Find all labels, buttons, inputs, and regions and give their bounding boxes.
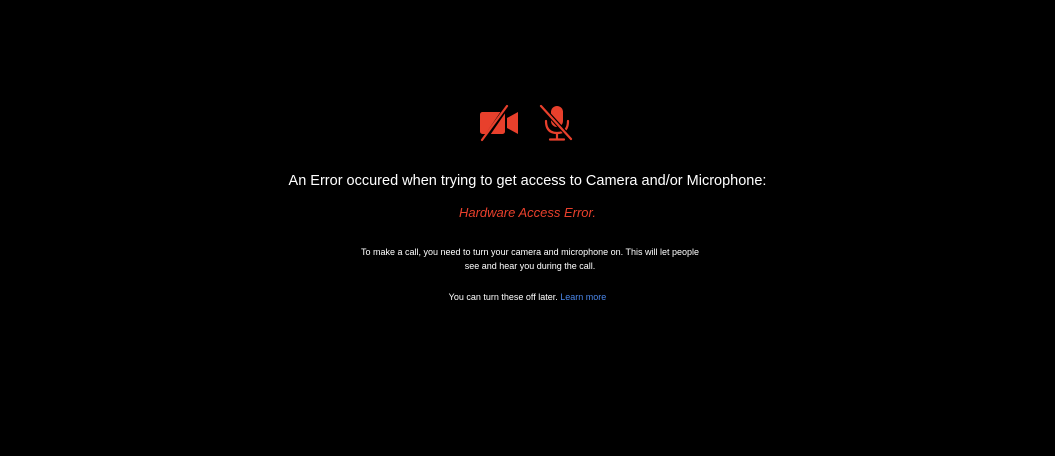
device-status-icons [0, 104, 1055, 142]
learn-more-link[interactable]: Learn more [560, 292, 606, 302]
footnote-text: You can turn these off later. [448, 292, 558, 302]
hardware-access-error-screen: An Error occured when trying to get acce… [0, 0, 1055, 456]
footnote: You can turn these off later. Learn more [0, 290, 1055, 304]
error-name: Hardware Access Error. [458, 205, 596, 220]
permission-description: To make a call, you need to turn your ca… [360, 247, 700, 271]
error-headline: An Error occured when trying to get acce… [288, 173, 767, 189]
camera-off-icon [478, 104, 520, 142]
microphone-off-icon [536, 104, 578, 142]
